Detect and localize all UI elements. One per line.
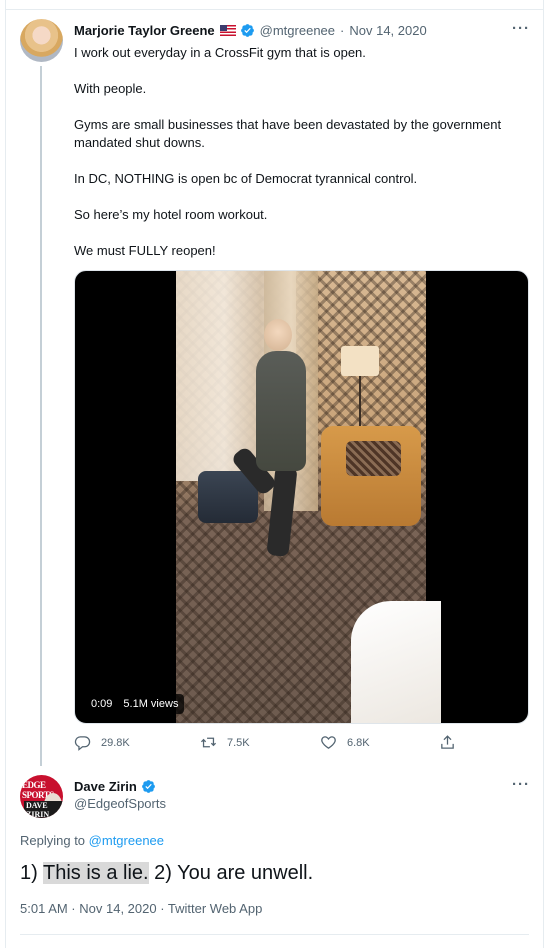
tweet-paragraph: In DC, NOTHING is open bc of Democrat ty… xyxy=(74,171,418,186)
top-divider xyxy=(5,9,544,10)
share-icon xyxy=(441,735,454,749)
retweet-count: 7.5K xyxy=(227,736,250,749)
replying-to: Replying to @mtgreenee xyxy=(20,833,164,848)
replying-to-handle[interactable]: @mtgreenee xyxy=(89,833,164,848)
avatar-mtgreenee[interactable] xyxy=(20,19,63,62)
verified-badge-icon xyxy=(141,779,156,794)
tweet1-text: I work out everyday in a CrossFit gym th… xyxy=(74,44,529,278)
tweet-paragraph: I work out everyday in a CrossFit gym th… xyxy=(74,45,366,60)
tweet1-actions: 29.8K 7.5K 6.8K xyxy=(74,734,494,756)
avatar-logo-text: DAVE ZIRIN xyxy=(24,801,63,818)
share-button[interactable] xyxy=(439,734,456,751)
us-flag-icon xyxy=(219,24,236,36)
video-duration: 0:09 xyxy=(91,698,113,710)
author-name[interactable]: Dave Zirin xyxy=(74,779,137,794)
tweet-paragraph: With people. xyxy=(74,81,147,96)
more-options-icon[interactable]: ··· xyxy=(512,20,530,37)
replying-to-label: Replying to xyxy=(20,833,86,848)
tweet-text-part: 2) You are unwell. xyxy=(154,862,314,884)
tweet-paragraph: Gyms are small businesses that have been… xyxy=(74,117,502,150)
video-player[interactable]: 0:09 5.1M views xyxy=(74,270,529,724)
verified-badge-icon xyxy=(240,23,255,38)
more-options-icon[interactable]: ··· xyxy=(512,776,530,793)
avatar-edgeofsports[interactable]: EDGE SPORTS DAVE ZIRIN xyxy=(20,775,63,818)
video-thumbnail xyxy=(176,271,441,723)
video-meta-badge: 0:09 5.1M views xyxy=(85,694,185,714)
reply-count: 29.8K xyxy=(101,736,130,749)
thread-line xyxy=(40,66,42,766)
retweet-button[interactable]: 7.5K xyxy=(200,734,250,751)
like-button[interactable]: 6.8K xyxy=(320,734,370,751)
avatar-logo-text: EDGE xyxy=(22,780,46,790)
tweet2-header: Dave Zirin xyxy=(74,777,156,795)
tweet-paragraph: We must FULLY reopen! xyxy=(74,243,216,258)
tweet2-timestamp[interactable]: 5:01 AM · Nov 14, 2020 · Twitter Web App xyxy=(20,901,262,916)
author-name[interactable]: Marjorie Taylor Greene xyxy=(74,23,215,38)
bottom-divider xyxy=(20,934,529,935)
retweet-icon xyxy=(200,737,217,748)
tweet-paragraph: So here’s my hotel room workout. xyxy=(74,207,268,222)
like-count: 6.8K xyxy=(347,736,370,749)
heart-icon xyxy=(321,736,336,749)
reply-button[interactable]: 29.8K xyxy=(74,734,130,751)
tweet-text-part: 1) xyxy=(20,862,38,884)
tweet1-header: Marjorie Taylor Greene @mtgreenee · Nov … xyxy=(74,21,427,39)
highlighted-text: This is a lie. xyxy=(43,862,149,884)
tweet-date[interactable]: Nov 14, 2020 xyxy=(349,23,426,38)
author-handle[interactable]: @EdgeofSports xyxy=(74,796,166,811)
reply-icon xyxy=(74,736,91,751)
video-views: 5.1M views xyxy=(123,698,179,710)
author-handle[interactable]: @mtgreenee xyxy=(260,23,335,38)
separator-dot: · xyxy=(340,22,345,38)
tweet2-text: 1) This is a lie. 2) You are unwell. xyxy=(20,862,313,885)
